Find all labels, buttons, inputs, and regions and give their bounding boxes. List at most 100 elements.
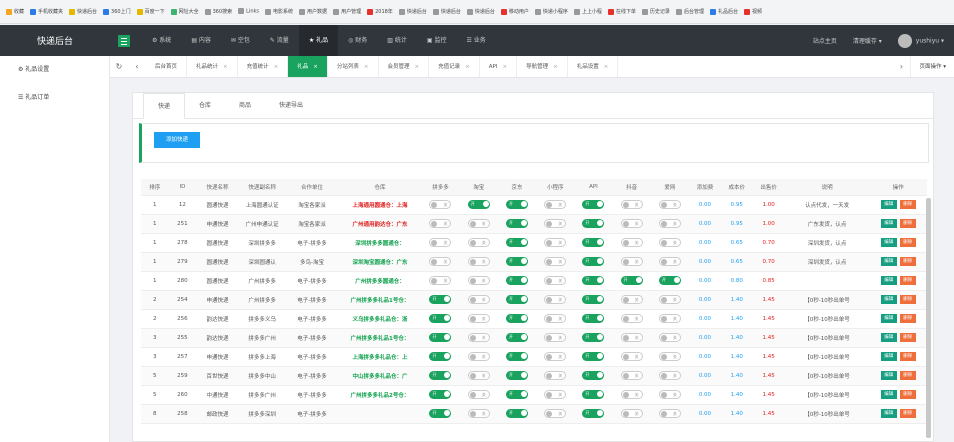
bookmark-item[interactable]: 历史记录 bbox=[641, 8, 670, 15]
toggle-switch[interactable]: 开 bbox=[582, 276, 605, 285]
toggle-switch[interactable]: 开 bbox=[582, 409, 605, 418]
bookmark-item[interactable]: 快递后台 bbox=[466, 8, 495, 15]
edit-button[interactable]: 编辑 bbox=[880, 238, 897, 247]
toggle-switch[interactable]: 关 bbox=[620, 295, 643, 304]
toggle-switch[interactable]: 开 bbox=[505, 314, 528, 323]
bookmark-item[interactable]: 360搜索 bbox=[204, 8, 232, 15]
delete-button[interactable]: 删除 bbox=[899, 409, 916, 418]
toggle-switch[interactable]: 开 bbox=[429, 352, 452, 361]
subtab-0[interactable]: 快递 bbox=[143, 93, 186, 119]
close-icon[interactable]: × bbox=[553, 64, 558, 70]
delete-button[interactable]: 删除 bbox=[899, 219, 916, 228]
nav-item-1[interactable]: ▤ 内容 bbox=[181, 25, 221, 56]
delete-button[interactable]: 删除 bbox=[899, 238, 916, 247]
toggle-switch[interactable]: 关 bbox=[658, 409, 681, 418]
toggle-switch[interactable]: 关 bbox=[620, 200, 643, 209]
toggle-switch[interactable]: 关 bbox=[658, 352, 681, 361]
toggle-switch[interactable]: 关 bbox=[429, 276, 452, 285]
sidebar-item-gift-settings[interactable]: ⚙ 礼品设置 bbox=[0, 56, 109, 84]
toggle-switch[interactable]: 关 bbox=[658, 295, 681, 304]
bookmark-item[interactable]: 360上门 bbox=[103, 8, 131, 15]
toggle-switch[interactable]: 关 bbox=[544, 409, 567, 418]
toggle-switch[interactable]: 关 bbox=[467, 409, 490, 418]
bookmark-item[interactable]: 用户数据 bbox=[299, 8, 327, 15]
toggle-switch[interactable]: 开 bbox=[505, 333, 528, 342]
tab-7[interactable]: API × bbox=[480, 56, 518, 77]
toggle-switch[interactable]: 开 bbox=[505, 200, 528, 209]
toggle-switch[interactable]: 开 bbox=[505, 390, 528, 399]
toggle-switch[interactable]: 开 bbox=[658, 276, 681, 285]
menu-toggle-icon[interactable] bbox=[118, 34, 130, 47]
toggle-switch[interactable]: 关 bbox=[658, 200, 681, 209]
close-icon[interactable]: × bbox=[364, 64, 369, 70]
toggle-switch[interactable]: 关 bbox=[467, 314, 490, 323]
toggle-switch[interactable]: 关 bbox=[467, 219, 490, 228]
sidebar-item-gift-orders[interactable]: ☰ 礼品订单 bbox=[0, 84, 109, 112]
toggle-switch[interactable]: 开 bbox=[582, 333, 605, 342]
delete-button[interactable]: 删除 bbox=[899, 371, 916, 380]
close-icon[interactable]: × bbox=[604, 64, 609, 70]
delete-button[interactable]: 删除 bbox=[899, 352, 916, 361]
toggle-switch[interactable]: 关 bbox=[620, 314, 643, 323]
close-icon[interactable]: × bbox=[415, 64, 420, 70]
toggle-switch[interactable]: 关 bbox=[467, 352, 490, 361]
toggle-switch[interactable]: 开 bbox=[505, 295, 528, 304]
toggle-switch[interactable]: 关 bbox=[544, 276, 567, 285]
toggle-switch[interactable]: 关 bbox=[620, 352, 643, 361]
tab-4[interactable]: 分站列表 × bbox=[328, 56, 379, 77]
refresh-icon[interactable]: ↻ bbox=[110, 62, 128, 71]
toggle-switch[interactable]: 关 bbox=[544, 257, 567, 266]
toggle-switch[interactable]: 开 bbox=[582, 238, 605, 247]
edit-button[interactable]: 编辑 bbox=[880, 295, 897, 304]
tab-8[interactable]: 导航管理 × bbox=[517, 56, 568, 77]
toggle-switch[interactable]: 关 bbox=[467, 371, 490, 380]
bookmark-item[interactable]: 网址大全 bbox=[170, 8, 199, 15]
delete-button[interactable]: 删除 bbox=[899, 200, 916, 209]
bookmark-item[interactable]: 快递小程序 bbox=[534, 8, 568, 15]
toggle-switch[interactable]: 关 bbox=[658, 219, 681, 228]
toggle-switch[interactable]: 开 bbox=[582, 257, 605, 266]
bookmark-item[interactable]: 礼品后台 bbox=[709, 8, 738, 15]
tab-prev-icon[interactable]: ‹ bbox=[128, 62, 146, 71]
page-ops-button[interactable]: 页面操作 ▾ bbox=[910, 56, 954, 77]
toggle-switch[interactable]: 关 bbox=[620, 409, 643, 418]
toggle-switch[interactable]: 关 bbox=[620, 257, 643, 266]
toggle-switch[interactable]: 关 bbox=[658, 333, 681, 342]
tab-6[interactable]: 充值记录 × bbox=[429, 56, 480, 77]
toggle-switch[interactable]: 开 bbox=[582, 390, 605, 399]
toggle-switch[interactable]: 关 bbox=[658, 390, 681, 399]
toggle-switch[interactable]: 开 bbox=[429, 333, 452, 342]
add-express-button[interactable]: 添加快递 bbox=[154, 132, 200, 148]
edit-button[interactable]: 编辑 bbox=[880, 352, 897, 361]
toggle-switch[interactable]: 关 bbox=[544, 390, 567, 399]
toggle-switch[interactable]: 关 bbox=[429, 257, 452, 266]
bookmark-item[interactable]: 电影系统 bbox=[265, 8, 293, 15]
toggle-switch[interactable]: 关 bbox=[620, 390, 643, 399]
nav-item-3[interactable]: ✎ 流量 bbox=[260, 25, 299, 56]
toggle-switch[interactable]: 开 bbox=[582, 200, 605, 209]
bookmark-item[interactable]: 上上小程 bbox=[573, 8, 602, 15]
edit-button[interactable]: 编辑 bbox=[880, 200, 897, 209]
toggle-switch[interactable]: 关 bbox=[544, 314, 567, 323]
edit-button[interactable]: 编辑 bbox=[880, 276, 897, 285]
edit-button[interactable]: 编辑 bbox=[880, 257, 897, 266]
tab-5[interactable]: 会员管理 × bbox=[379, 56, 430, 77]
tab-0[interactable]: 后台首页 bbox=[146, 56, 188, 77]
toggle-switch[interactable]: 开 bbox=[429, 409, 452, 418]
toggle-switch[interactable]: 关 bbox=[620, 219, 643, 228]
bookmark-item[interactable]: 手机收藏夹 bbox=[30, 8, 63, 15]
delete-button[interactable]: 删除 bbox=[899, 390, 916, 399]
tab-1[interactable]: 礼品统计 × bbox=[187, 56, 238, 77]
delete-button[interactable]: 删除 bbox=[899, 257, 916, 266]
toggle-switch[interactable]: 关 bbox=[544, 200, 567, 209]
subtab-2[interactable]: 商品 bbox=[225, 93, 265, 118]
bookmark-item[interactable]: 用户管理 bbox=[333, 8, 361, 15]
edit-button[interactable]: 编辑 bbox=[880, 219, 897, 228]
edit-button[interactable]: 编辑 bbox=[880, 314, 897, 323]
user-menu[interactable]: yushiyu ▾ bbox=[897, 33, 944, 48]
toggle-switch[interactable]: 关 bbox=[467, 333, 490, 342]
edit-button[interactable]: 编辑 bbox=[880, 371, 897, 380]
bookmark-item[interactable]: 移动用户 bbox=[500, 8, 529, 15]
edit-button[interactable]: 编辑 bbox=[880, 409, 897, 418]
toggle-switch[interactable]: 开 bbox=[505, 219, 528, 228]
